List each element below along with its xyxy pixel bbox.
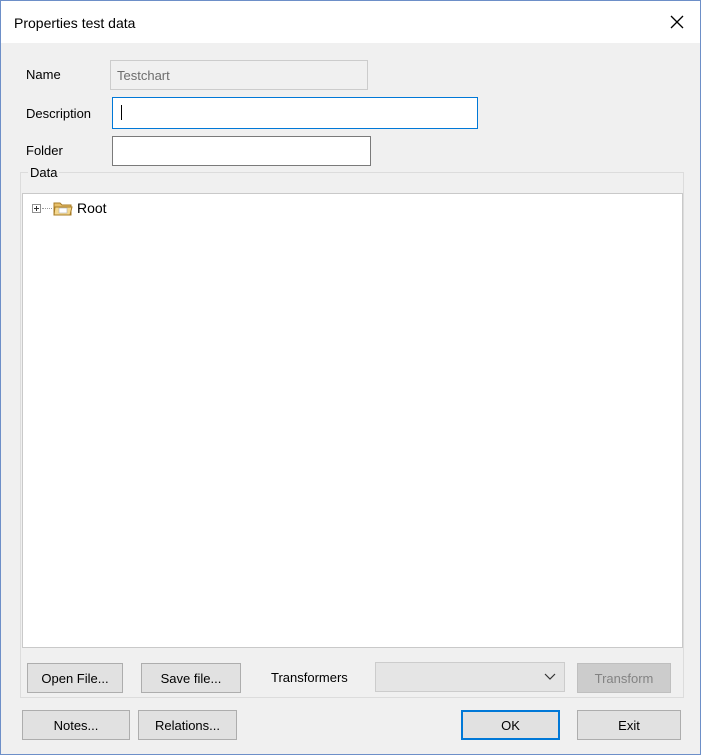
chevron-down-icon xyxy=(544,673,556,680)
close-button[interactable] xyxy=(654,1,700,43)
data-tree[interactable]: Root xyxy=(22,193,683,648)
tree-node-root[interactable]: Root xyxy=(32,200,107,216)
tree-connector xyxy=(42,207,52,209)
notes-button[interactable]: Notes... xyxy=(22,710,130,740)
folder-icon xyxy=(53,202,73,216)
transform-button[interactable]: Transform xyxy=(577,663,671,693)
properties-dialog: Properties test data Name Description Fo… xyxy=(0,0,701,755)
text-caret xyxy=(121,105,122,120)
name-field[interactable] xyxy=(110,60,368,90)
folder-label: Folder xyxy=(26,143,63,158)
title-bar[interactable]: Properties test data xyxy=(1,1,700,43)
data-group-label: Data xyxy=(28,165,60,180)
close-icon xyxy=(670,15,684,29)
description-field[interactable] xyxy=(112,97,478,129)
exit-button[interactable]: Exit xyxy=(577,710,681,740)
tree-node-label: Root xyxy=(77,200,107,216)
relations-button[interactable]: Relations... xyxy=(138,710,237,740)
save-file-button[interactable]: Save file... xyxy=(141,663,241,693)
dialog-title: Properties test data xyxy=(14,15,136,31)
open-file-button[interactable]: Open File... xyxy=(27,663,123,693)
folder-field[interactable] xyxy=(112,136,371,166)
transformers-label: Transformers xyxy=(271,670,348,685)
ok-button[interactable]: OK xyxy=(461,710,560,740)
expand-plus-icon[interactable] xyxy=(32,203,41,213)
description-label: Description xyxy=(26,106,92,121)
transformers-dropdown[interactable] xyxy=(375,662,565,692)
name-label: Name xyxy=(26,67,61,82)
